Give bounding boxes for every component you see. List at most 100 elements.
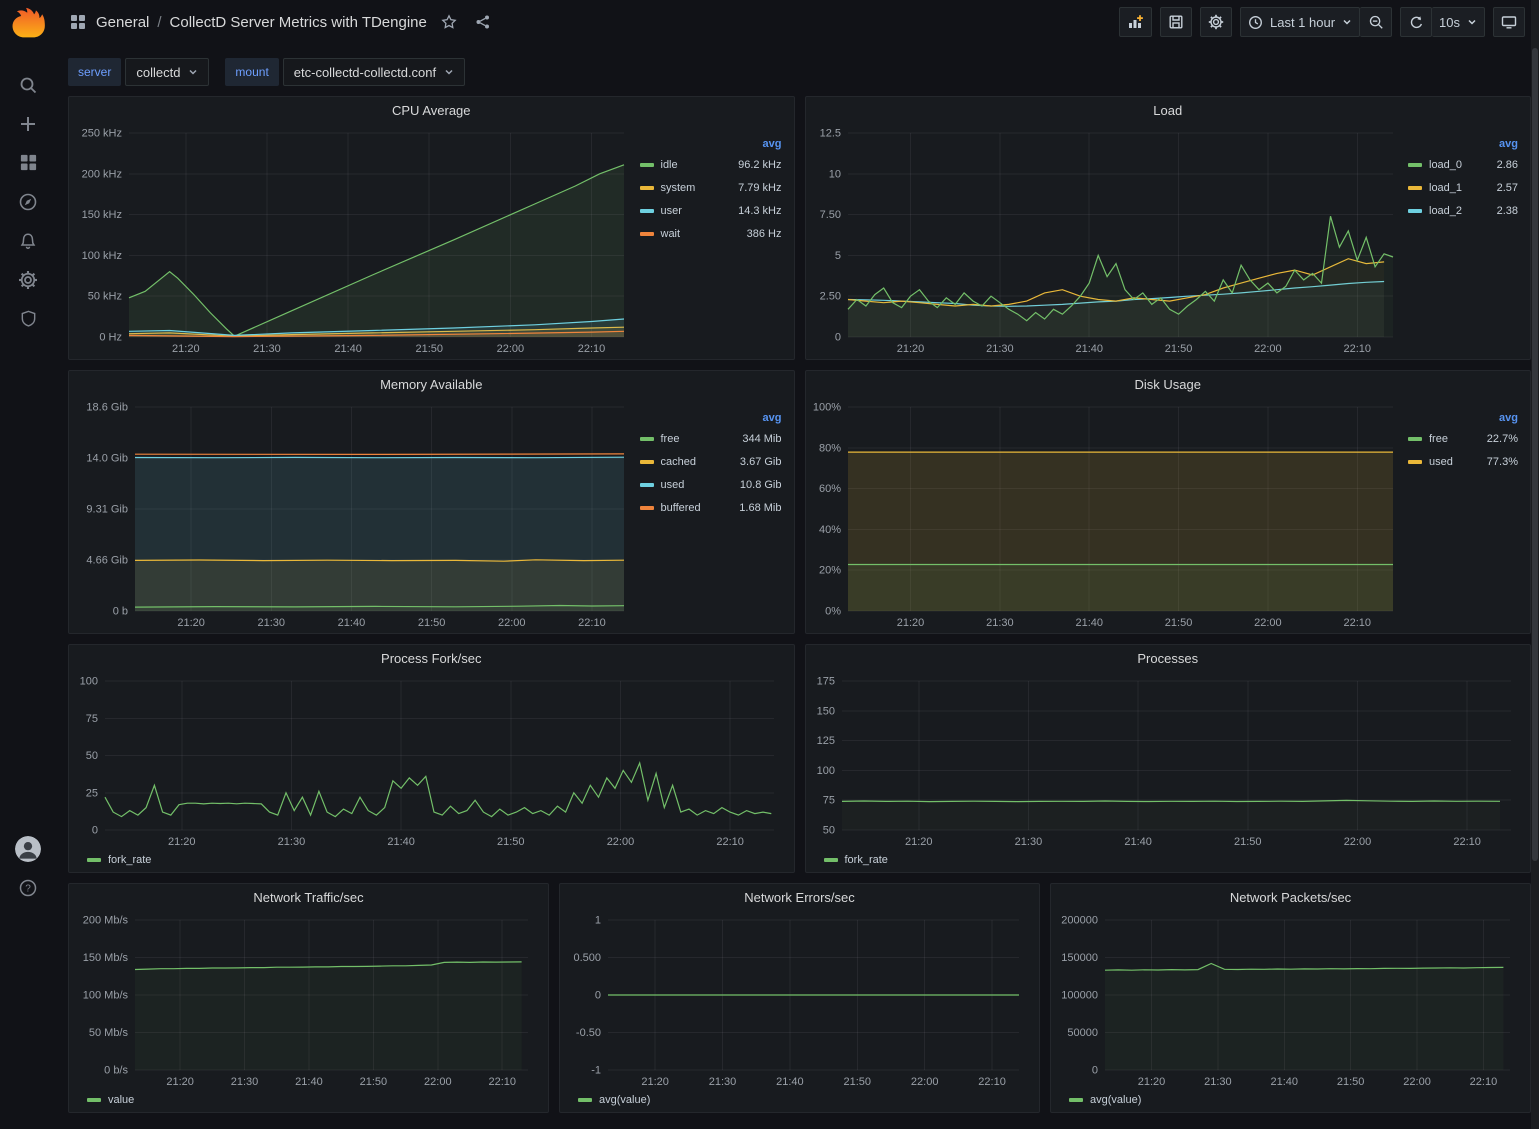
chevron-down-icon <box>188 67 198 77</box>
panel-process-fork: Process Fork/sec 025507510021:2021:3021:… <box>68 644 795 873</box>
legend-item[interactable]: used10.8 Gib <box>640 473 782 496</box>
legend-item[interactable]: fork_rate <box>824 854 888 866</box>
time-range-picker[interactable]: Last 1 hour <box>1240 7 1360 37</box>
settings-gear-icon <box>1208 14 1224 30</box>
chart-cpu-average[interactable]: 0 Hz50 kHz100 kHz150 kHz200 kHz250 kHz21… <box>75 123 638 357</box>
svg-text:22:10: 22:10 <box>578 617 606 629</box>
panel-disk-usage: Disk Usage 0%20%40%60%80%100%21:2021:302… <box>805 370 1532 634</box>
panel-title[interactable]: Network Packets/sec <box>1230 890 1351 905</box>
panel-title[interactable]: Disk Usage <box>1135 377 1201 392</box>
clock-icon <box>1248 15 1263 30</box>
variable-server-label: server <box>68 58 121 86</box>
legend-avg-header: avg <box>1489 412 1518 424</box>
refresh-interval-dropdown[interactable]: 10s <box>1432 7 1485 37</box>
panel-title[interactable]: Network Errors/sec <box>744 890 855 905</box>
dashboard-settings-button[interactable] <box>1200 7 1232 37</box>
sidebar-item-alerting[interactable] <box>8 221 48 260</box>
svg-text:22:00: 22:00 <box>607 836 635 848</box>
sidebar-item-explore[interactable] <box>8 182 48 221</box>
zoom-out-button[interactable] <box>1360 7 1392 37</box>
add-panel-icon <box>1127 14 1144 30</box>
main-content: General / CollectD Server Metrics with T… <box>56 0 1539 1129</box>
sidebar-item-create[interactable] <box>8 104 48 143</box>
legend-item[interactable]: value <box>87 1094 134 1106</box>
svg-text:22:00: 22:00 <box>1343 836 1371 848</box>
avatar-icon <box>15 836 41 862</box>
breadcrumb-dashboard-title[interactable]: CollectD Server Metrics with TDengine <box>170 14 427 31</box>
save-dashboard-button[interactable] <box>1160 7 1192 37</box>
scrollbar-thumb[interactable] <box>1532 48 1538 861</box>
chart-network-errors[interactable]: -1-0.5000.500121:2021:3021:4021:5022:002… <box>566 910 1033 1090</box>
svg-text:50000: 50000 <box>1067 1027 1098 1039</box>
sidebar-item-server-admin[interactable] <box>8 299 48 338</box>
svg-text:22:10: 22:10 <box>1470 1076 1498 1088</box>
breadcrumb-section[interactable]: General <box>96 14 149 31</box>
grafana-logo-icon <box>10 5 46 41</box>
svg-text:21:20: 21:20 <box>896 343 924 355</box>
cycle-view-mode-button[interactable] <box>1493 7 1525 37</box>
panel-title[interactable]: Process Fork/sec <box>381 651 481 666</box>
sidebar-item-dashboards[interactable] <box>8 143 48 182</box>
svg-text:21:20: 21:20 <box>1138 1076 1166 1088</box>
sidebar-item-configuration[interactable] <box>8 260 48 299</box>
variable-server-value: collectd <box>136 65 180 80</box>
svg-text:21:20: 21:20 <box>172 343 200 355</box>
explore-compass-icon <box>18 192 38 212</box>
svg-text:21:50: 21:50 <box>844 1076 872 1088</box>
legend-item[interactable]: avg(value) <box>1069 1094 1141 1106</box>
chart-disk-usage[interactable]: 0%20%40%60%80%100%21:2021:3021:4021:5022… <box>812 397 1407 631</box>
legend-item[interactable]: user14.3 kHz <box>640 199 782 222</box>
panel-title[interactable]: Processes <box>1137 651 1198 666</box>
chart-network-traffic[interactable]: 0 b/s50 Mb/s100 Mb/s150 Mb/s200 Mb/s21:2… <box>75 910 542 1090</box>
legend: avg(value) <box>566 1090 1033 1110</box>
sidebar-item-search[interactable] <box>8 65 48 104</box>
svg-text:50: 50 <box>86 750 98 762</box>
sidebar-item-help[interactable]: ? <box>8 868 48 907</box>
chart-process-fork[interactable]: 025507510021:2021:3021:4021:5022:0022:10 <box>75 671 788 850</box>
panel-title[interactable]: CPU Average <box>392 103 471 118</box>
svg-text:21:30: 21:30 <box>278 836 306 848</box>
chart-processes[interactable]: 507510012515017521:2021:3021:4021:5022:0… <box>812 671 1525 850</box>
legend-item[interactable]: used77.3% <box>1408 450 1518 473</box>
svg-text:4.66 Gib: 4.66 Gib <box>86 554 128 566</box>
svg-text:1: 1 <box>595 915 601 927</box>
variable-server-value-dropdown[interactable]: collectd <box>125 58 209 86</box>
legend-item[interactable]: idle96.2 kHz <box>640 153 782 176</box>
variable-mount-value-dropdown[interactable]: etc-collectd-collectd.conf <box>283 58 465 86</box>
add-panel-button[interactable] <box>1119 7 1152 37</box>
svg-text:21:40: 21:40 <box>776 1076 804 1088</box>
star-icon <box>441 14 457 30</box>
legend-item[interactable]: wait386 Hz <box>640 222 782 245</box>
legend-item[interactable]: free344 Mib <box>640 427 782 450</box>
legend-item[interactable]: avg(value) <box>578 1094 650 1106</box>
refresh-button[interactable] <box>1400 7 1432 37</box>
panel-title[interactable]: Load <box>1153 103 1182 118</box>
legend-item[interactable]: buffered1.68 Mib <box>640 496 782 519</box>
chart-load[interactable]: 02.5057.501012.521:2021:3021:4021:5022:0… <box>812 123 1407 357</box>
svg-text:100: 100 <box>80 676 98 688</box>
chevron-down-icon <box>1342 17 1352 27</box>
legend-item[interactable]: load_22.38 <box>1408 199 1518 222</box>
sidebar-item-profile[interactable] <box>8 829 48 868</box>
legend-item[interactable]: free22.7% <box>1408 427 1518 450</box>
svg-text:21:50: 21:50 <box>418 617 446 629</box>
share-dashboard-button[interactable] <box>471 10 495 34</box>
share-icon <box>475 14 491 30</box>
panel-title[interactable]: Memory Available <box>380 377 482 392</box>
chart-memory-available[interactable]: 0 b4.66 Gib9.31 Gib14.0 Gib18.6 Gib21:20… <box>75 397 638 631</box>
panel-title[interactable]: Network Traffic/sec <box>253 890 363 905</box>
legend-item[interactable]: fork_rate <box>87 854 151 866</box>
navbar: General / CollectD Server Metrics with T… <box>68 0 1531 44</box>
chart-network-packets[interactable]: 05000010000015000020000021:2021:3021:402… <box>1057 910 1524 1090</box>
legend-item[interactable]: load_02.86 <box>1408 153 1518 176</box>
svg-text:22:00: 22:00 <box>497 343 525 355</box>
grafana-logo[interactable] <box>10 5 46 41</box>
legend-item[interactable]: system7.79 kHz <box>640 176 782 199</box>
star-dashboard-button[interactable] <box>437 10 461 34</box>
legend-item[interactable]: load_12.57 <box>1408 176 1518 199</box>
refresh-interval-label: 10s <box>1439 15 1460 30</box>
svg-text:22:10: 22:10 <box>578 343 606 355</box>
legend: avgidle96.2 kHzsystem7.79 kHzuser14.3 kH… <box>638 123 788 357</box>
legend-item[interactable]: cached3.67 Gib <box>640 450 782 473</box>
svg-text:10: 10 <box>828 168 840 180</box>
